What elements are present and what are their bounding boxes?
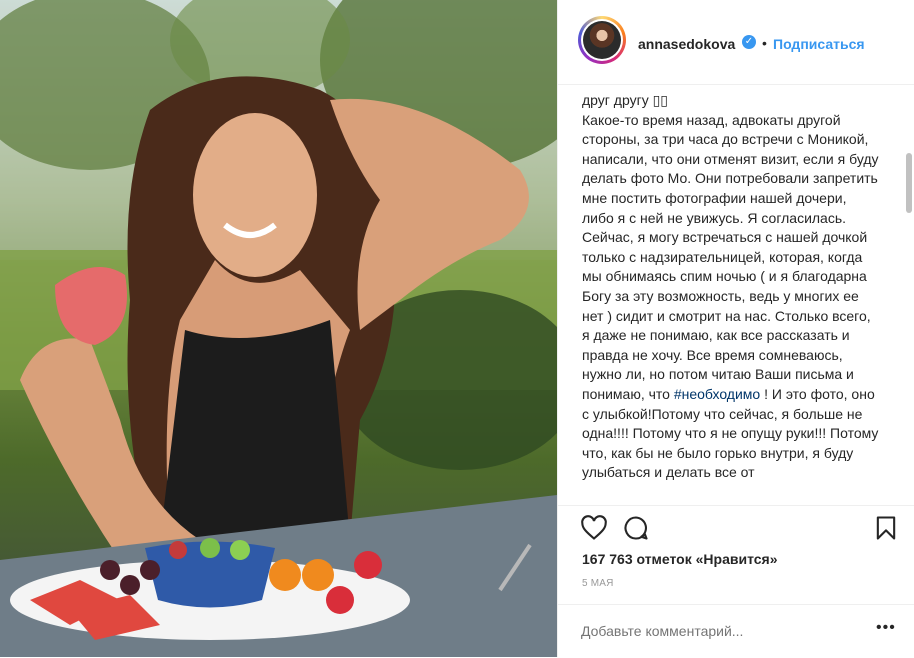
hashtag-link[interactable]: #необходимо bbox=[674, 386, 760, 402]
action-bar bbox=[558, 505, 914, 550]
caption-text: друг другу ▯▯ Какое-то время назад, адво… bbox=[582, 91, 882, 483]
photo-illustration bbox=[0, 0, 557, 657]
separator-dot: • bbox=[762, 35, 767, 51]
bookmark-icon[interactable] bbox=[872, 514, 900, 542]
avatar-image bbox=[583, 21, 621, 59]
post-date[interactable]: 5 мая bbox=[582, 578, 614, 589]
caption-scrollbar[interactable] bbox=[906, 153, 912, 213]
instagram-post: annasedokova ✓ • Подписаться друг другу … bbox=[0, 0, 914, 657]
avatar-ring-inner bbox=[581, 19, 623, 61]
caption-scroll-area[interactable]: друг другу ▯▯ Какое-то время назад, адво… bbox=[558, 85, 914, 505]
post-header: annasedokova ✓ • Подписаться bbox=[558, 0, 914, 85]
follow-button[interactable]: Подписаться bbox=[773, 36, 865, 52]
username-link[interactable]: annasedokova bbox=[638, 36, 735, 52]
verified-badge-icon: ✓ bbox=[742, 35, 756, 49]
more-options-button[interactable]: ••• bbox=[876, 619, 896, 637]
comment-icon[interactable] bbox=[622, 514, 650, 542]
caption-body: друг другу ▯▯ Какое-то время назад, адво… bbox=[582, 92, 879, 402]
comment-bar: ••• bbox=[558, 604, 914, 658]
heart-icon[interactable] bbox=[580, 514, 608, 542]
post-sidebar: annasedokova ✓ • Подписаться друг другу … bbox=[557, 0, 914, 657]
likes-count[interactable]: 167 763 отметок «Нравится» bbox=[582, 551, 778, 567]
avatar[interactable] bbox=[578, 16, 626, 64]
post-photo[interactable] bbox=[0, 0, 557, 657]
comment-input[interactable] bbox=[581, 623, 861, 639]
